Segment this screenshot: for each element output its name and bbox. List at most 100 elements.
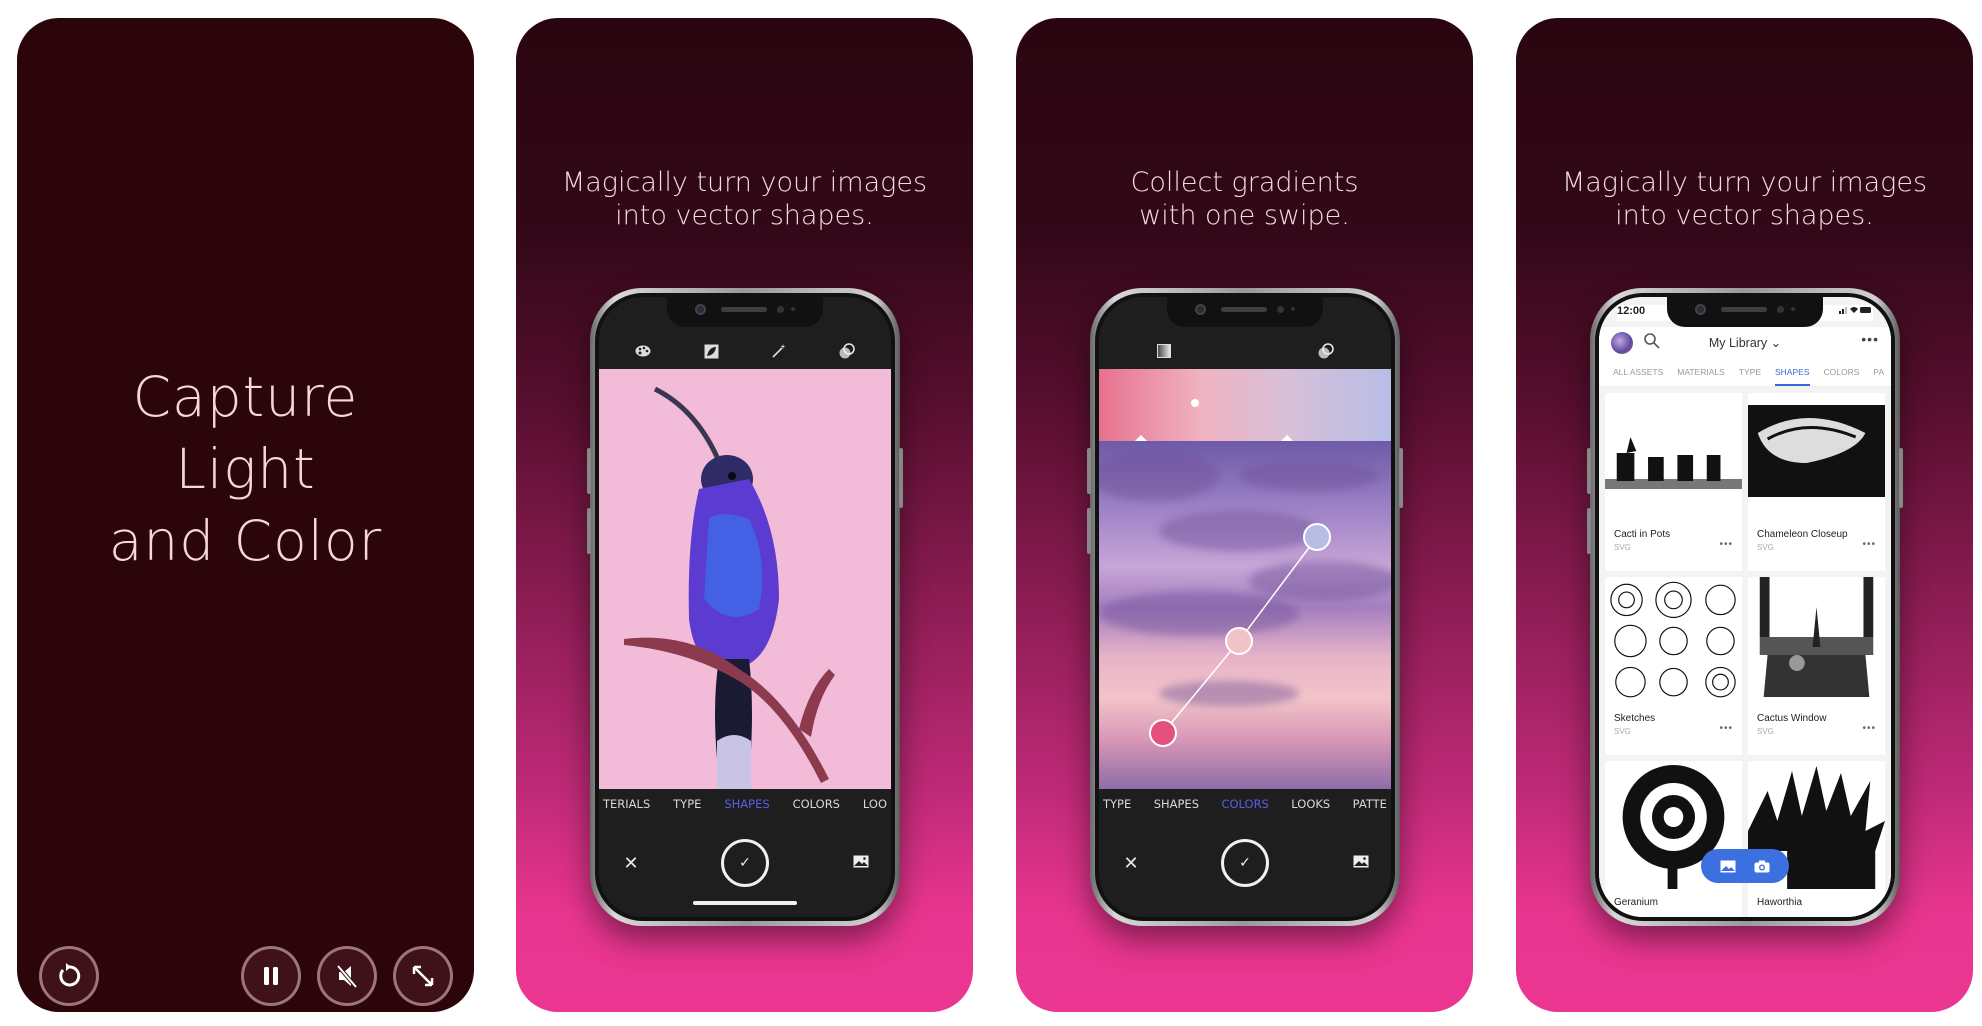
fullscreen-button[interactable] bbox=[393, 946, 453, 1006]
sunset-sky-image bbox=[1099, 441, 1391, 789]
caption-line-2: into vector shapes. bbox=[615, 200, 874, 231]
confirm-capture-button[interactable]: ✓ bbox=[1221, 839, 1269, 887]
hero-line-2: Light bbox=[175, 437, 316, 501]
asset-tile[interactable]: Cacti in Pots SVG ••• bbox=[1605, 393, 1742, 571]
asset-more-button[interactable]: ••• bbox=[1862, 539, 1876, 550]
tab-materials[interactable]: MATERIALS bbox=[1677, 361, 1725, 386]
asset-name: Geranium bbox=[1614, 897, 1658, 908]
caption-line-2: into vector shapes. bbox=[1615, 200, 1874, 231]
phone-button bbox=[899, 448, 903, 508]
tab-colors[interactable]: COLORS bbox=[1221, 797, 1268, 821]
camera-icon[interactable] bbox=[1754, 860, 1770, 873]
confirm-capture-button[interactable]: ✓ bbox=[721, 839, 769, 887]
asset-tile[interactable]: Haworthia bbox=[1748, 761, 1885, 917]
library-selector[interactable]: My Library ⌄ bbox=[1599, 335, 1891, 350]
notch bbox=[667, 297, 823, 327]
mute-icon bbox=[336, 964, 358, 989]
palette-icon[interactable] bbox=[634, 342, 652, 360]
phone-mockup: TERIALS TYPE SHAPES COLORS LOO ✕ ✓ bbox=[587, 288, 903, 926]
asset-name: Cacti in Pots bbox=[1614, 529, 1671, 540]
mute-button[interactable] bbox=[317, 946, 377, 1006]
library-screen: 12:00 My Library ⌄ ••• ALL ASSETS MATERI… bbox=[1599, 297, 1891, 917]
gradient-icon[interactable] bbox=[1155, 342, 1173, 360]
promo-card-gradients: Collect gradients with one swipe. TYPE S… bbox=[1016, 18, 1473, 1012]
tab-type[interactable]: TYPE bbox=[1739, 361, 1761, 386]
color-sample-handle[interactable] bbox=[1225, 627, 1253, 655]
tab-type[interactable]: TYPE bbox=[1103, 797, 1131, 821]
asset-thumbnail bbox=[1605, 393, 1742, 521]
asset-type: SVG bbox=[1757, 727, 1774, 736]
asset-name: Cactus Window bbox=[1757, 713, 1827, 724]
asset-tile[interactable]: Geranium bbox=[1605, 761, 1742, 917]
phone-screen: TYPE SHAPES COLORS LOOKS PATTE ✕ ✓ bbox=[1095, 293, 1395, 921]
phone-screen: TERIALS TYPE SHAPES COLORS LOO ✕ ✓ bbox=[595, 293, 895, 921]
magic-wand-icon[interactable] bbox=[770, 342, 788, 360]
hero-line-1: Capture bbox=[132, 365, 359, 429]
hummingbird-illustration bbox=[624, 386, 835, 789]
color-sample-handle[interactable] bbox=[1149, 719, 1177, 747]
asset-grid: Cacti in Pots SVG ••• Chameleon Closeup … bbox=[1605, 393, 1885, 917]
tab-type[interactable]: TYPE bbox=[673, 797, 701, 821]
pause-icon bbox=[264, 967, 278, 985]
category-tabs: TYPE SHAPES COLORS LOOKS PATTE bbox=[1099, 797, 1391, 821]
pause-button[interactable] bbox=[241, 946, 301, 1006]
asset-thumbnail bbox=[1748, 577, 1885, 705]
tab-colors[interactable]: COLORS bbox=[1824, 361, 1860, 386]
tab-all-assets[interactable]: ALL ASSETS bbox=[1613, 361, 1663, 386]
close-button[interactable]: ✕ bbox=[621, 853, 641, 874]
asset-tile[interactable]: Cactus Window SVG ••• bbox=[1748, 577, 1885, 755]
capture-toolbar bbox=[599, 333, 891, 369]
asset-more-button[interactable]: ••• bbox=[1719, 539, 1733, 550]
more-options-button[interactable]: ••• bbox=[1861, 331, 1879, 347]
promo-card-library: Magically turn your images into vector s… bbox=[1516, 18, 1973, 1012]
asset-thumbnail bbox=[1748, 393, 1885, 521]
asset-tile[interactable]: Sketches SVG ••• bbox=[1605, 577, 1742, 755]
tab-materials[interactable]: TERIALS bbox=[603, 797, 650, 821]
phone-screen: 12:00 My Library ⌄ ••• ALL ASSETS MATERI… bbox=[1595, 293, 1895, 921]
close-button[interactable]: ✕ bbox=[1121, 853, 1141, 874]
replay-button[interactable] bbox=[39, 946, 99, 1006]
tab-patterns[interactable]: PATTE bbox=[1353, 797, 1387, 821]
tab-shapes[interactable]: SHAPES bbox=[724, 797, 769, 821]
hummingbird-image bbox=[599, 369, 891, 789]
category-tabs: TERIALS TYPE SHAPES COLORS LOO bbox=[599, 797, 891, 821]
phone-mockup: TYPE SHAPES COLORS LOOKS PATTE ✕ ✓ bbox=[1087, 288, 1403, 926]
tab-colors[interactable]: COLORS bbox=[793, 797, 840, 821]
capture-toolbar bbox=[1099, 333, 1391, 369]
asset-more-button[interactable]: ••• bbox=[1862, 723, 1876, 734]
status-time: 12:00 bbox=[1617, 305, 1646, 317]
asset-tile[interactable]: Chameleon Closeup SVG ••• bbox=[1748, 393, 1885, 571]
capture-viewport bbox=[1099, 369, 1391, 789]
caption: Magically turn your images into vector s… bbox=[516, 166, 973, 232]
asset-more-button[interactable]: ••• bbox=[1719, 723, 1733, 734]
caption: Magically turn your images into vector s… bbox=[1516, 166, 1973, 232]
asset-name: Sketches bbox=[1614, 713, 1656, 724]
status-icons bbox=[1839, 305, 1873, 321]
color-sample-handle[interactable] bbox=[1303, 523, 1331, 551]
tab-shapes[interactable]: SHAPES bbox=[1775, 361, 1810, 386]
image-gallery-icon[interactable] bbox=[1353, 855, 1369, 868]
image-gallery-icon[interactable] bbox=[853, 855, 869, 868]
asset-type: SVG bbox=[1614, 543, 1631, 552]
asset-type-tabs: ALL ASSETS MATERIALS TYPE SHAPES COLORS … bbox=[1599, 361, 1891, 387]
notch bbox=[1167, 297, 1323, 327]
image-import-icon[interactable] bbox=[1720, 860, 1736, 873]
tab-looks[interactable]: LOO bbox=[863, 797, 887, 821]
color-sample-path bbox=[1149, 523, 1331, 747]
caption-line-1: Magically turn your images bbox=[1561, 167, 1928, 198]
asset-thumbnail bbox=[1605, 577, 1742, 705]
tab-shapes[interactable]: SHAPES bbox=[1154, 797, 1199, 821]
tab-looks[interactable]: LOOKS bbox=[1291, 797, 1330, 821]
shape-capture-icon[interactable] bbox=[702, 342, 720, 360]
notch bbox=[1667, 297, 1823, 327]
home-indicator bbox=[693, 901, 797, 905]
hero-title: Capture Light and Color bbox=[17, 361, 474, 577]
tab-patterns[interactable]: PA bbox=[1873, 361, 1884, 386]
capture-viewport bbox=[599, 369, 891, 789]
asset-type: SVG bbox=[1757, 543, 1774, 552]
gradient-midpoint[interactable] bbox=[1191, 399, 1199, 407]
blend-icon[interactable] bbox=[1317, 342, 1335, 360]
blend-icon[interactable] bbox=[838, 342, 856, 360]
phone-button bbox=[587, 448, 591, 494]
caption: Collect gradients with one swipe. bbox=[1016, 166, 1473, 232]
